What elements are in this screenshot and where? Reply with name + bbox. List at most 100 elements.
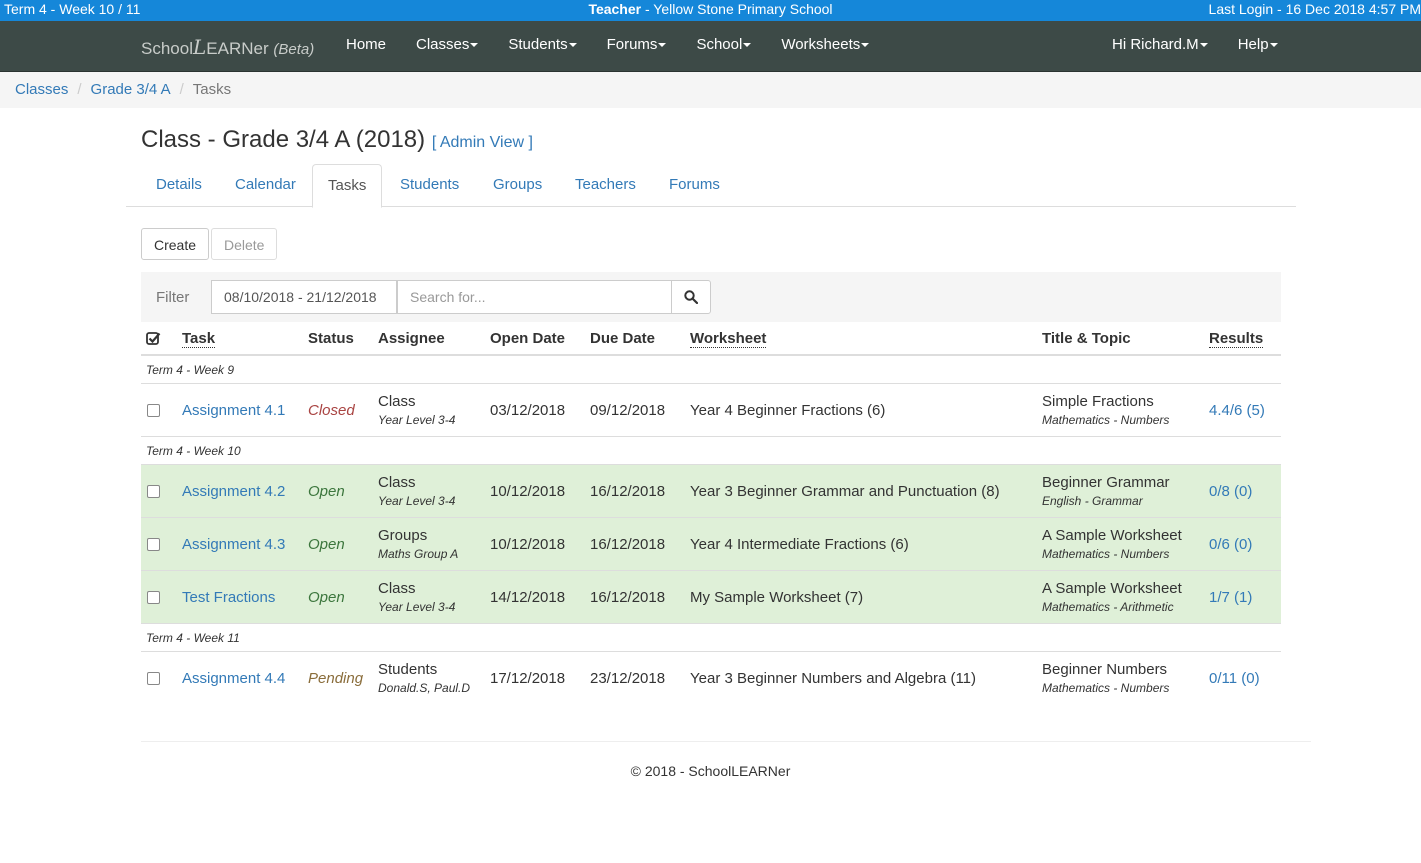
task-topic: Mathematics - Numbers <box>1042 681 1170 695</box>
admin-view-link[interactable]: [ Admin View ] <box>432 134 533 151</box>
check-square-icon <box>146 332 161 345</box>
breadcrumb-classes[interactable]: Classes <box>15 81 68 98</box>
tab-forums[interactable]: Forums <box>654 164 735 205</box>
footer-divider <box>141 741 1311 742</box>
search-button[interactable] <box>671 280 711 314</box>
row-checkbox[interactable] <box>147 591 160 605</box>
row-checkbox[interactable] <box>147 672 160 686</box>
due-date: 16/12/2018 <box>590 517 690 571</box>
title-topic-cell: A Sample Worksheet Mathematics - Arithmet… <box>1042 570 1209 624</box>
nav-item-worksheets[interactable]: Worksheets <box>781 36 870 53</box>
admin-bracket-open: [ <box>431 134 437 151</box>
task-topic: Mathematics - Arithmetic <box>1042 600 1174 614</box>
group-label: Term 4 - Week 9 <box>141 354 1281 384</box>
results-link[interactable]: 0/6 (0) <box>1209 517 1281 571</box>
table-row: Assignment 4.4 Pending Students Donald.S, P… <box>141 651 1281 704</box>
assignee-detail: Maths Group A <box>378 547 459 561</box>
tab-details[interactable]: Details <box>141 164 217 205</box>
header-status: Status <box>308 322 378 356</box>
tasks-table: Task Status Assignee Open Date Due Date … <box>141 322 1281 704</box>
school-name: - Yellow Stone Primary School <box>641 1 833 17</box>
table-header-row: Task Status Assignee Open Date Due Date … <box>141 322 1281 356</box>
worksheet-name: Year 4 Beginner Fractions (6) <box>690 383 1042 437</box>
admin-view-label: Admin View <box>439 134 525 151</box>
table-row: Assignment 4.1 Closed Class Year Level 3-4 0… <box>141 383 1281 437</box>
task-link[interactable]: Assignment 4.2 <box>182 464 308 518</box>
brand-logo[interactable]: SchoolLEARNer (Beta) <box>141 35 314 59</box>
tab-groups[interactable]: Groups <box>478 164 557 205</box>
header-results[interactable]: Results <box>1209 322 1281 356</box>
row-checkbox[interactable] <box>147 404 160 418</box>
group-row: Term 4 - Week 9 <box>141 354 1281 384</box>
nav-item-label: Classes <box>416 36 470 53</box>
nav-menu: Home Classes Students Forums School Worksheet… <box>346 36 899 53</box>
breadcrumb-class[interactable]: Grade 3/4 A <box>91 81 171 98</box>
row-select-cell <box>141 517 182 571</box>
user-menu-label: Hi Richard.M <box>1112 36 1199 53</box>
table-row: Test Fractions Open Class Year Level 3-4 14/… <box>141 570 1281 624</box>
nav-item-home[interactable]: Home <box>346 36 386 53</box>
results-link[interactable]: 1/7 (1) <box>1209 570 1281 624</box>
row-checkbox[interactable] <box>147 538 160 552</box>
breadcrumb-current: Tasks <box>192 81 232 98</box>
last-login: Last Login - 16 Dec 2018 4:57 PM <box>1208 1 1421 17</box>
create-button[interactable]: Create <box>141 228 210 260</box>
nav-item-forums[interactable]: Forums <box>607 36 667 53</box>
worksheet-name: My Sample Worksheet (7) <box>690 570 1042 624</box>
due-date: 16/12/2018 <box>590 464 690 518</box>
nav-item-students[interactable]: Students <box>508 36 577 53</box>
user-menu[interactable]: Hi Richard.M <box>1112 36 1208 53</box>
task-link[interactable]: Test Fractions <box>182 570 308 624</box>
select-all-header[interactable] <box>141 322 182 356</box>
tab-teachers[interactable]: Teachers <box>560 164 651 205</box>
tab-tasks[interactable]: Tasks <box>312 164 383 208</box>
nav-item-classes[interactable]: Classes <box>416 36 479 53</box>
task-title: Simple Fractions <box>1042 393 1154 410</box>
assignee-cell: Class Year Level 3-4 <box>378 570 490 624</box>
delete-button[interactable]: Delete <box>211 228 278 260</box>
task-link[interactable]: Assignment 4.1 <box>182 383 308 437</box>
search-icon <box>684 290 698 304</box>
task-link[interactable]: Assignment 4.3 <box>182 517 308 571</box>
tab-students[interactable]: Students <box>385 164 474 205</box>
chevron-down-icon <box>743 43 752 48</box>
chevron-down-icon <box>1269 43 1278 48</box>
title-topic-cell: Simple Fractions Mathematics - Numbers <box>1042 383 1209 437</box>
filter-label: Filter <box>156 289 190 306</box>
results-link[interactable]: 0/8 (0) <box>1209 464 1281 518</box>
open-date: 10/12/2018 <box>490 517 590 571</box>
row-checkbox[interactable] <box>147 485 160 499</box>
help-menu-label: Help <box>1237 36 1269 53</box>
header-results-label: Results <box>1209 329 1264 348</box>
tab-calendar[interactable]: Calendar <box>220 164 311 205</box>
header-task[interactable]: Task <box>182 322 308 356</box>
assignee-detail: Year Level 3-4 <box>378 600 456 614</box>
date-range-input[interactable]: 08/10/2018 - 21/12/2018 <box>211 280 397 314</box>
task-link[interactable]: Assignment 4.4 <box>182 651 308 704</box>
group-label: Term 4 - Week 10 <box>141 436 1281 465</box>
results-link[interactable]: 4.4/6 (5) <box>1209 383 1281 437</box>
header-title-topic: Title & Topic <box>1042 322 1209 356</box>
table-row: Assignment 4.2 Open Class Year Level 3-4 10/… <box>141 464 1281 518</box>
page-title: Class - Grade 3/4 A (2018) [ Admin View … <box>141 126 533 154</box>
chevron-down-icon <box>658 43 667 48</box>
group-label: Term 4 - Week 11 <box>141 623 1281 652</box>
open-date: 14/12/2018 <box>490 570 590 624</box>
worksheet-name: Year 3 Beginner Grammar and Punctuation … <box>690 464 1042 518</box>
help-menu[interactable]: Help <box>1238 36 1278 53</box>
header-open-date: Open Date <box>490 322 590 356</box>
header-worksheet[interactable]: Worksheet <box>690 322 1042 356</box>
due-date: 09/12/2018 <box>590 383 690 437</box>
results-link[interactable]: 0/11 (0) <box>1209 651 1281 704</box>
assignee-detail: Year Level 3-4 <box>378 413 456 427</box>
role-label: Teacher <box>588 1 642 17</box>
nav-item-school[interactable]: School <box>696 36 752 53</box>
search-input[interactable]: Search for... <box>397 280 672 314</box>
task-title: Beginner Numbers <box>1042 661 1168 678</box>
task-topic: Mathematics - Numbers <box>1042 413 1170 427</box>
nav-right: Hi Richard.M Help <box>1112 36 1308 53</box>
title-topic-cell: A Sample Worksheet Mathematics - Numbers <box>1042 517 1209 571</box>
breadcrumb-separator: / <box>179 81 184 98</box>
task-topic: English - Grammar <box>1042 494 1143 508</box>
filter-bar: Filter 08/10/2018 - 21/12/2018 Search fo… <box>141 272 1281 322</box>
